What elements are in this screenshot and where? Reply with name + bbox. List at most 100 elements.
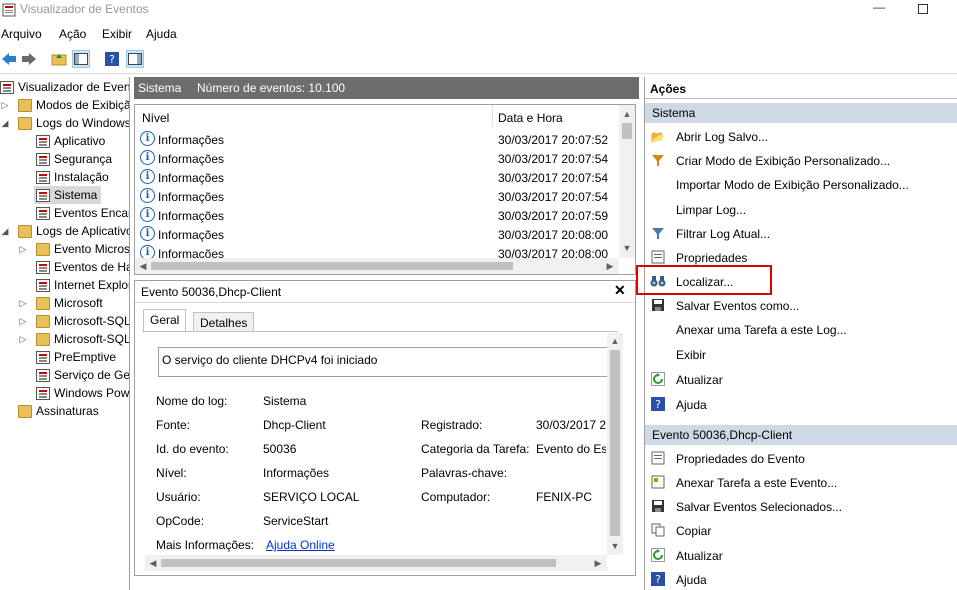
action-help-event[interactable]: ? Ajuda	[650, 571, 950, 589]
action-refresh[interactable]: Atualizar	[650, 371, 950, 389]
table-row[interactable]: i Informações 30/03/2017 20:08:00	[135, 244, 619, 258]
tree-item-microsoft[interactable]: ▷ Microsoft	[18, 294, 103, 312]
scroll-down-icon[interactable]: ▼	[619, 243, 635, 253]
chevron-right-icon[interactable]: ▷	[18, 316, 28, 327]
field-value-source: Dhcp-Client	[263, 418, 326, 432]
chevron-right-icon[interactable]: ▷	[0, 100, 10, 111]
log-icon	[36, 368, 50, 382]
tree-item-instalacao[interactable]: Instalação	[36, 168, 109, 186]
field-label-log-name: Nome do log:	[156, 394, 228, 408]
event-list-horizontal-scrollbar[interactable]: ◀ ▶	[135, 258, 619, 274]
tree-item-microsoft-sql-1[interactable]: ▷ Microsoft-SQL	[18, 312, 129, 330]
tree-item-windows-powershell[interactable]: Windows PowerShell	[36, 384, 129, 402]
field-label-more-info: Mais Informações:	[156, 538, 255, 552]
maximize-button[interactable]	[912, 0, 934, 18]
console-tree: Visualizador de Eventos (Local) ▷ Modos …	[0, 77, 130, 590]
action-refresh-event[interactable]: Atualizar	[650, 547, 950, 565]
tree-item-preemptive[interactable]: PreEmptive	[36, 348, 116, 366]
detail-horizontal-scrollbar[interactable]: ◀ ▶	[145, 555, 607, 571]
action-import-custom-view[interactable]: .Importar Modo de Exibição Personalizado…	[650, 176, 950, 194]
scroll-thumb[interactable]	[622, 123, 632, 139]
tree-item-evento-microsoft[interactable]: ▷ Evento Microsoft	[18, 240, 129, 258]
show-hide-console-tree-icon[interactable]	[72, 50, 90, 68]
action-create-custom-view[interactable]: Criar Modo de Exibição Personalizado...	[650, 152, 950, 170]
log-icon	[36, 278, 50, 292]
action-attach-task-to-log[interactable]: .Anexar uma Tarefa a este Log...	[650, 321, 950, 339]
online-help-link[interactable]: Ajuda Online	[266, 538, 335, 552]
table-row[interactable]: i Informações 30/03/2017 20:08:00	[135, 225, 619, 244]
back-arrow-icon[interactable]	[0, 50, 18, 68]
svg-text:?: ?	[109, 53, 115, 66]
action-clear-log[interactable]: .Limpar Log...	[650, 201, 950, 219]
action-filter-current-log[interactable]: Filtrar Log Atual...	[650, 225, 950, 243]
log-icon	[36, 386, 50, 400]
field-value-computer: FENIX-PC	[536, 490, 593, 504]
chevron-down-icon[interactable]: ◢	[0, 226, 10, 237]
tab-detalhes[interactable]: Detalhes	[193, 312, 255, 332]
tree-item-aplicativo[interactable]: Aplicativo	[36, 132, 105, 150]
action-save-events-as[interactable]: Salvar Eventos como...	[650, 297, 950, 315]
tree-item-seguranca[interactable]: Segurança	[36, 150, 112, 168]
scroll-left-icon[interactable]: ◀	[138, 261, 148, 272]
help-icon[interactable]: ?	[103, 50, 121, 68]
scroll-up-icon[interactable]: ▲	[607, 336, 623, 346]
menu-ajuda[interactable]: Ajuda	[146, 27, 177, 41]
tree-item-logs-aplicativos[interactable]: ◢ Logs de Aplicativos e Serviços	[0, 222, 129, 240]
chevron-down-icon[interactable]: ◢	[0, 118, 10, 129]
table-row[interactable]: i Informações 30/03/2017 20:07:52	[135, 130, 619, 149]
field-label-keywords: Palavras-chave:	[421, 466, 508, 480]
table-row[interactable]: i Informações 30/03/2017 20:07:54	[135, 168, 619, 187]
tree-item-logs-windows[interactable]: ◢ Logs do Windows	[0, 114, 129, 132]
tree-item-servico-gerenciamento[interactable]: Serviço de Gerenciamento	[36, 366, 129, 384]
field-label-user: Usuário:	[156, 490, 201, 504]
refresh-icon	[650, 548, 666, 564]
action-open-saved-log[interactable]: 📂 Abrir Log Salvo...	[650, 128, 950, 146]
up-folder-icon[interactable]	[50, 50, 68, 68]
scroll-right-icon[interactable]: ▶	[593, 558, 603, 569]
table-row[interactable]: i Informações 30/03/2017 20:07:59	[135, 206, 619, 225]
tree-item-microsoft-sql-2[interactable]: ▷ Microsoft-SQL	[18, 330, 129, 348]
column-header-data-hora[interactable]: Data e Hora	[498, 111, 563, 125]
menu-acao[interactable]: Ação	[59, 27, 86, 41]
chevron-right-icon[interactable]: ▷	[18, 334, 28, 345]
scroll-up-icon[interactable]: ▲	[619, 109, 635, 119]
action-save-selected-events[interactable]: Salvar Eventos Selecionados...	[650, 498, 950, 516]
menu-arquivo[interactable]: Arquivo	[1, 27, 42, 41]
action-help[interactable]: ? Ajuda	[650, 396, 950, 414]
action-copy[interactable]: Copiar	[650, 522, 950, 540]
tree-item-eventos-hardware[interactable]: Eventos de Hardware	[36, 258, 129, 276]
forward-arrow-icon[interactable]	[20, 50, 38, 68]
action-view[interactable]: .Exibir	[650, 346, 950, 364]
tree-item-sistema[interactable]: Sistema	[34, 186, 102, 204]
folder-icon	[18, 116, 32, 130]
tab-geral[interactable]: Geral	[143, 309, 187, 332]
table-row[interactable]: i Informações 30/03/2017 20:07:54	[135, 187, 619, 206]
scroll-right-icon[interactable]: ▶	[605, 261, 615, 272]
tree-root[interactable]: Visualizador de Eventos (Local)	[0, 78, 129, 96]
scroll-thumb[interactable]	[161, 559, 556, 567]
tree-item-assinaturas[interactable]: Assinaturas	[18, 402, 99, 420]
tree-item-modos[interactable]: ▷ Modos de Exibição Personalizados	[0, 96, 129, 114]
chevron-right-icon[interactable]: ▷	[18, 244, 28, 255]
tree-item-internet-explorer[interactable]: Internet Explorer	[36, 276, 129, 294]
menu-exibir[interactable]: Exibir	[102, 27, 132, 41]
folder-icon	[36, 314, 50, 328]
minimize-button[interactable]: —	[868, 0, 890, 18]
chevron-right-icon[interactable]: ▷	[18, 298, 28, 309]
scroll-left-icon[interactable]: ◀	[148, 558, 158, 569]
scroll-thumb[interactable]	[610, 350, 620, 536]
detail-vertical-scrollbar[interactable]: ▲ ▼	[607, 333, 623, 555]
refresh-icon	[650, 372, 666, 388]
action-event-properties[interactable]: Propriedades do Evento	[650, 450, 950, 468]
table-row[interactable]: i Informações 30/03/2017 20:07:54	[135, 149, 619, 168]
close-icon[interactable]: ✕	[614, 282, 626, 299]
show-hide-action-pane-icon[interactable]	[126, 50, 144, 68]
column-header-nivel[interactable]: Nível	[142, 111, 169, 125]
event-list-vertical-scrollbar[interactable]: ▲ ▼	[619, 105, 635, 258]
actions-section-event[interactable]: Evento 50036,Dhcp-Client	[645, 425, 957, 445]
action-attach-task-to-event[interactable]: Anexar Tarefa a este Evento...	[650, 474, 950, 492]
scroll-thumb[interactable]	[151, 262, 513, 270]
scroll-down-icon[interactable]: ▼	[607, 541, 623, 551]
actions-section-sistema[interactable]: Sistema	[645, 103, 957, 123]
tree-item-eventos-encaminhados[interactable]: Eventos Encaminhados	[36, 204, 129, 222]
